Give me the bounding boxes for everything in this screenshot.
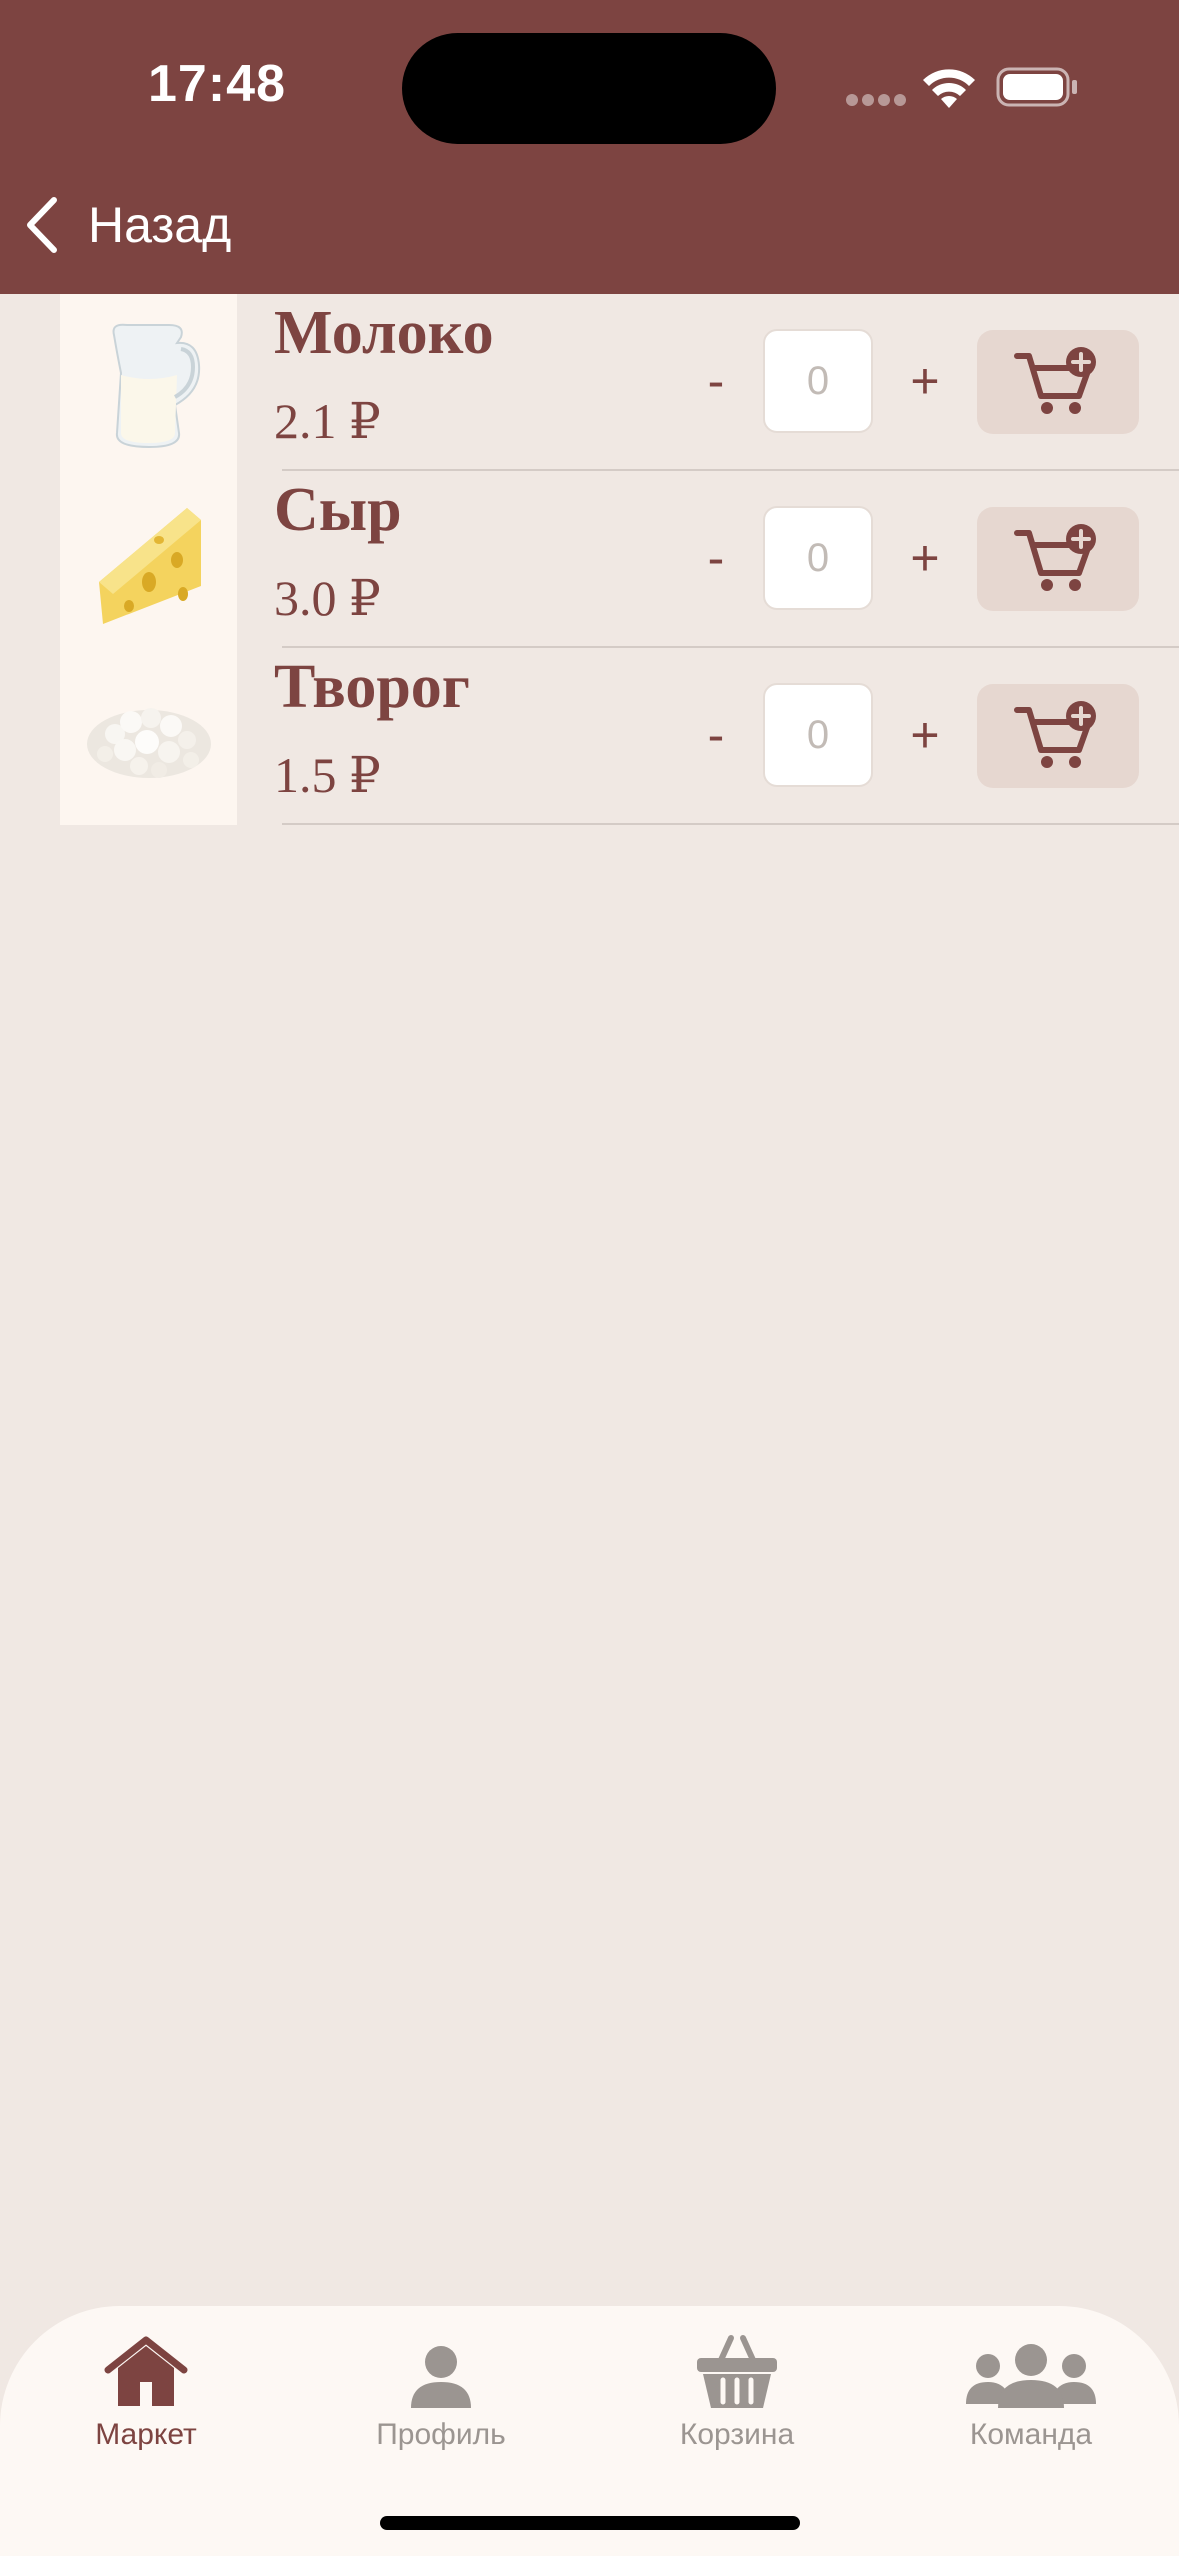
cart-plus-icon	[1014, 347, 1096, 414]
cart-plus-icon	[1014, 701, 1096, 768]
tab-team[interactable]: Команда	[921, 2322, 1141, 2472]
home-indicator	[380, 2516, 800, 2530]
product-list: Молоко 2.1 ₽ - +	[0, 294, 1179, 825]
group-icon	[966, 2344, 1096, 2408]
decrease-quantity-button[interactable]: -	[686, 700, 746, 770]
tab-label: Маркет	[95, 2418, 197, 2451]
quantity-field[interactable]	[763, 506, 873, 610]
product-row: Творог 1.5 ₽ - +	[0, 648, 1179, 825]
add-to-cart-button[interactable]	[977, 507, 1139, 611]
tab-label: Профиль	[376, 2418, 506, 2451]
product-name: Творог	[274, 653, 470, 721]
quantity-field[interactable]	[763, 329, 873, 433]
tab-label: Корзина	[679, 2418, 795, 2451]
increase-quantity-button[interactable]: +	[895, 523, 955, 593]
back-button[interactable]: Назад	[22, 190, 231, 260]
quantity-field[interactable]	[763, 683, 873, 787]
top-bar: 17:48 Назад	[0, 0, 1179, 294]
product-row: Сыр 3.0 ₽ - +	[0, 471, 1179, 648]
milk-jug-icon	[60, 294, 237, 471]
add-to-cart-button[interactable]	[977, 684, 1139, 788]
product-name: Молоко	[274, 299, 494, 367]
row-divider	[282, 823, 1179, 825]
dynamic-island	[402, 33, 776, 144]
back-label: Назад	[88, 197, 232, 253]
tab-market[interactable]: Маркет	[36, 2322, 256, 2472]
decrease-quantity-button[interactable]: -	[686, 346, 746, 416]
chevron-left-icon	[27, 197, 57, 253]
product-name: Сыр	[274, 476, 402, 544]
cottage-cheese-icon	[60, 648, 237, 825]
person-icon	[411, 2346, 471, 2408]
decrease-quantity-button[interactable]: -	[686, 523, 746, 593]
status-time: 17:48	[148, 55, 286, 113]
tab-cart[interactable]: Корзина	[627, 2322, 847, 2472]
battery-icon	[996, 67, 1077, 107]
house-icon	[104, 2336, 188, 2406]
basket-icon	[697, 2335, 777, 2408]
cheese-icon	[60, 471, 237, 648]
wifi-icon	[923, 69, 975, 108]
add-to-cart-button[interactable]	[977, 330, 1139, 434]
increase-quantity-button[interactable]: +	[895, 700, 955, 770]
product-price: 3.0 ₽	[274, 570, 381, 626]
increase-quantity-button[interactable]: +	[895, 346, 955, 416]
tab-label: Команда	[969, 2418, 1093, 2451]
cellular-signal-icon	[846, 94, 906, 108]
cart-plus-icon	[1014, 524, 1096, 591]
product-price: 1.5 ₽	[274, 747, 381, 803]
tab-profile[interactable]: Профиль	[331, 2322, 551, 2472]
product-row: Молоко 2.1 ₽ - +	[0, 294, 1179, 471]
product-price: 2.1 ₽	[274, 393, 381, 449]
